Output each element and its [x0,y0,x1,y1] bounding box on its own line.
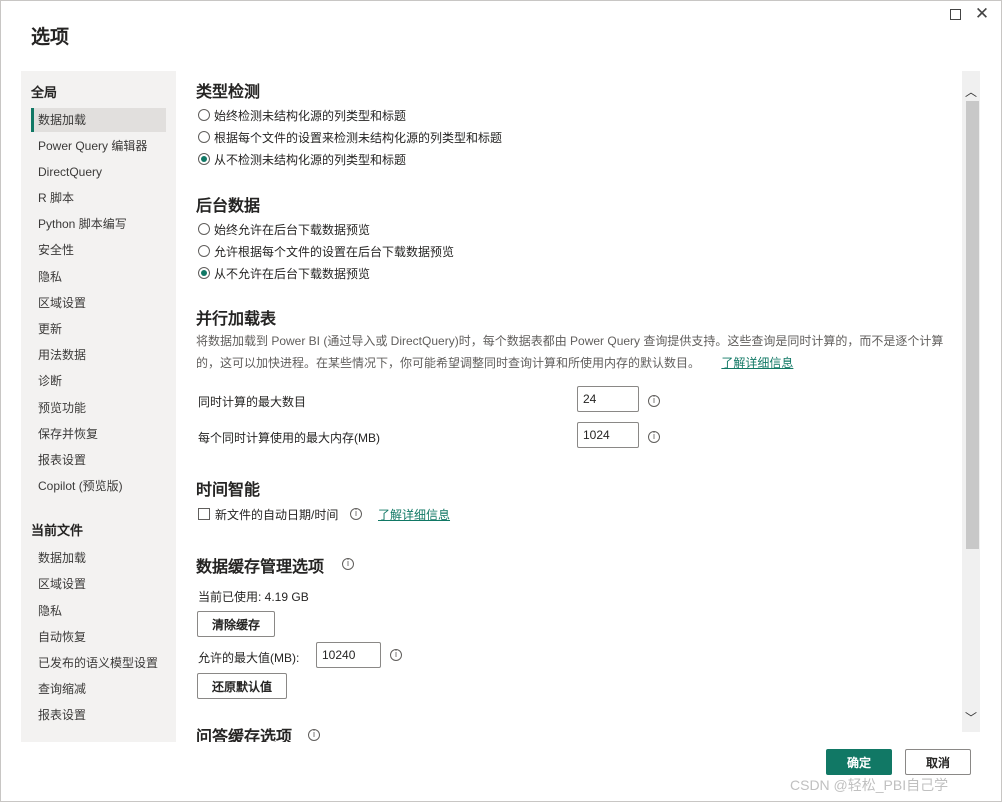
max-allowed-label: 允许的最大值(MB): [198,651,300,665]
clear-cache-button[interactable]: 清除缓存 [197,611,275,637]
sidebar-item-data-load[interactable]: 数据加载 [31,108,166,132]
sidebar-heading-current-file: 当前文件 [31,523,84,538]
section-title-time-intelligence: 时间智能 [196,482,261,499]
sidebar-item-file-query-reduction[interactable]: 查询缩减 [31,677,166,701]
info-icon[interactable]: i [390,649,402,661]
section-title-type-detection: 类型检测 [196,84,261,101]
sidebar-item-diagnostics[interactable]: 诊断 [31,369,166,393]
sidebar-heading-global: 全局 [31,85,58,100]
radio-type-detect-never[interactable]: 从不检测未结构化源的列类型和标题 [198,150,406,168]
section-title-data-cache: 数据缓存管理选项 [196,559,325,576]
restore-defaults-button[interactable]: 还原默认值 [197,673,287,699]
info-icon[interactable]: i [308,729,320,741]
radio-background-per-file[interactable]: 允许根据每个文件的设置在后台下载数据预览 [198,242,454,260]
learn-more-link[interactable]: 了解详细信息 [378,506,450,523]
info-icon[interactable]: i [648,431,660,443]
radio-label: 允许根据每个文件的设置在后台下载数据预览 [214,244,455,259]
sidebar-item-file-auto-recovery[interactable]: 自动恢复 [31,625,166,649]
radio-label: 根据每个文件的设置来检测未结构化源的列类型和标题 [214,130,503,145]
max-memory-label: 每个同时计算使用的最大内存(MB) [198,431,380,445]
sidebar-item-file-privacy[interactable]: 隐私 [31,599,166,623]
sidebar-item-file-regional-settings[interactable]: 区域设置 [31,572,166,596]
sidebar-item-file-data-load[interactable]: 数据加载 [31,546,166,570]
radio-type-detect-always[interactable]: 始终检测未结构化源的列类型和标题 [198,106,406,124]
description-line-text: 的，这可以加快进程。在某些情况下，你可能希望调整同时查询计算和所使用内存的默认数… [196,356,701,370]
radio-type-detect-per-file[interactable]: 根据每个文件的设置来检测未结构化源的列类型和标题 [198,128,502,146]
sidebar-item-python-script[interactable]: Python 脚本编写 [31,212,166,236]
watermark: CSDN @轻松_PBI自己学 [790,777,949,793]
max-allowed-input[interactable]: 10240 [316,642,381,668]
sidebar-item-usage-data[interactable]: 用法数据 [31,343,166,367]
radio-label: 始终检测未结构化源的列类型和标题 [214,108,407,123]
vertical-scrollbar[interactable]: ︿ ﹀ [962,71,980,732]
section-title-parallel-loading: 并行加载表 [196,311,277,328]
radio-label: 从不允许在后台下载数据预览 [214,266,371,281]
max-memory-input[interactable]: 1024 [577,422,639,448]
sidebar-item-file-published-model[interactable]: 已发布的语义模型设置 [31,651,166,675]
radio-button[interactable] [198,223,210,235]
sidebar-item-preview-features[interactable]: 预览功能 [31,396,166,420]
radio-button[interactable] [198,245,210,257]
ok-button[interactable]: 确定 [826,749,892,775]
radio-background-never[interactable]: 从不允许在后台下载数据预览 [198,264,370,282]
scroll-down-icon[interactable]: ﹀ [962,708,980,726]
sidebar-item-r-script[interactable]: R 脚本 [31,186,166,210]
sidebar: 全局 数据加载 Power Query 编辑器 DirectQuery R 脚本… [21,71,176,742]
sidebar-item-privacy[interactable]: 隐私 [31,265,166,289]
parallel-loading-description: 将数据加载到 Power BI (通过导入或 DirectQuery)时，每个数… [196,330,944,374]
sidebar-item-security[interactable]: 安全性 [31,238,166,262]
learn-more-link[interactable]: 了解详细信息 [721,356,793,370]
sidebar-item-copilot[interactable]: Copilot (预览版) [31,474,166,498]
radio-button-checked[interactable] [198,267,210,279]
radio-label: 从不检测未结构化源的列类型和标题 [214,152,407,167]
sidebar-item-updates[interactable]: 更新 [31,317,166,341]
sidebar-item-regional-settings[interactable]: 区域设置 [31,291,166,315]
checkbox[interactable] [198,508,210,520]
radio-button[interactable] [198,131,210,143]
sidebar-item-power-query-editor[interactable]: Power Query 编辑器 [31,134,166,158]
description-line-2: 的，这可以加快进程。在某些情况下，你可能希望调整同时查询计算和所使用内存的默认数… [196,352,944,374]
auto-date-time-checkbox-row[interactable]: 新文件的自动日期/时间 [198,505,338,523]
radio-button-checked[interactable] [198,153,210,165]
section-title-background-data: 后台数据 [196,198,261,215]
max-concurrent-input[interactable]: 24 [577,386,639,412]
maximize-icon[interactable] [946,6,964,22]
radio-background-always[interactable]: 始终允许在后台下载数据预览 [198,220,370,238]
sidebar-item-file-report-settings[interactable]: 报表设置 [31,703,166,727]
settings-content: 类型检测 始终检测未结构化源的列类型和标题 根据每个文件的设置来检测未结构化源的… [176,71,962,742]
scroll-up-icon[interactable]: ︿ [962,82,980,100]
checkbox-label: 新文件的自动日期/时间 [215,507,339,522]
info-icon[interactable]: i [342,558,354,570]
radio-button[interactable] [198,109,210,121]
info-icon[interactable]: i [648,395,660,407]
max-concurrent-label: 同时计算的最大数目 [198,395,307,409]
sidebar-item-report-settings[interactable]: 报表设置 [31,448,166,472]
dialog-title: 选项 [31,27,70,48]
sidebar-item-save-recover[interactable]: 保存并恢复 [31,422,166,446]
scroll-thumb[interactable] [966,101,979,549]
info-icon[interactable]: i [350,508,362,520]
description-line: 将数据加载到 Power BI (通过导入或 DirectQuery)时，每个数… [196,334,944,348]
radio-label: 始终允许在后台下载数据预览 [214,222,371,237]
close-icon[interactable]: ✕ [973,5,991,22]
sidebar-item-directquery[interactable]: DirectQuery [31,160,166,184]
cache-usage-text: 当前已使用: 4.19 GB [198,590,309,604]
section-title-qa-cache: 问答缓存选项 [196,729,293,742]
cancel-button[interactable]: 取消 [905,749,971,775]
